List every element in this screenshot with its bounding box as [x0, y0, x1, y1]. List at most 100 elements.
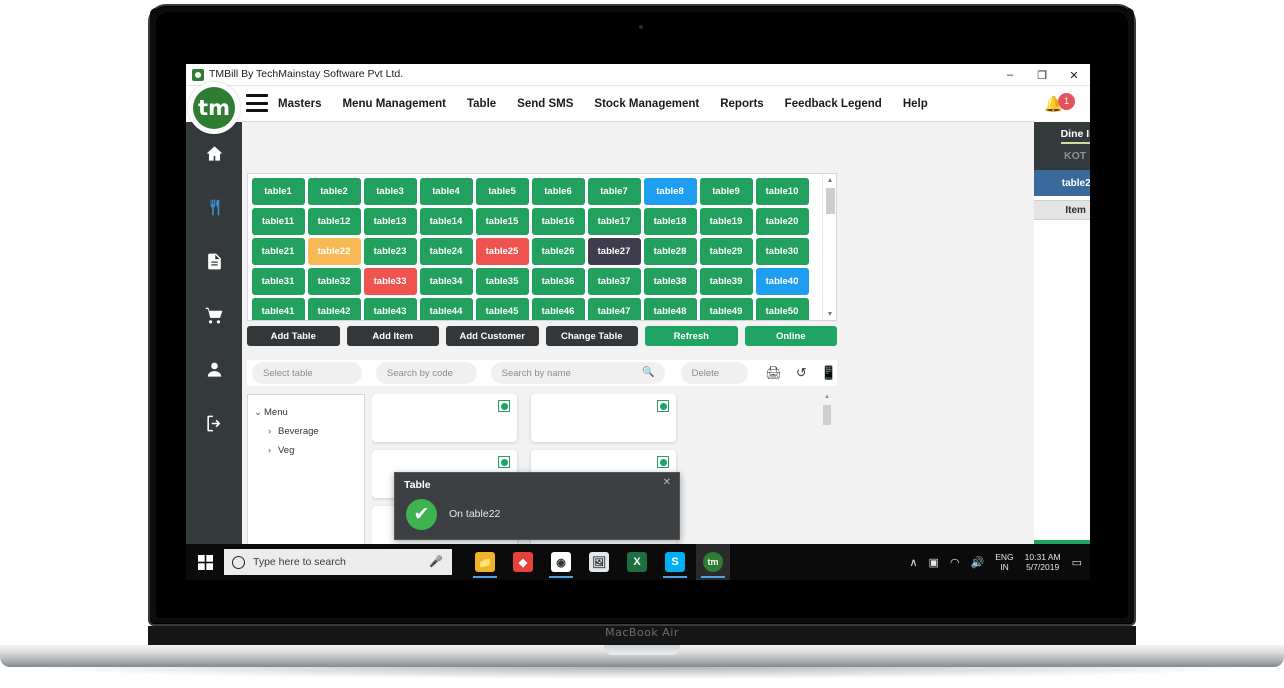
table-cell-table1[interactable]: table1 [251, 177, 305, 205]
table-grid-scrollbar[interactable]: ▲ ▼ [822, 174, 836, 320]
wifi-icon[interactable]: ◠ [950, 556, 960, 569]
taskbar-app-chrome[interactable]: ◉ [544, 544, 578, 580]
tree-item-menu[interactable]: ⌄ Menu [252, 403, 364, 422]
table-cell-table15[interactable]: table15 [475, 207, 529, 235]
nav-item-table[interactable]: Table [467, 98, 496, 110]
table-cell-table36[interactable]: table36 [531, 267, 585, 295]
nav-item-help[interactable]: Help [903, 98, 928, 110]
taskbar-app-anydesk[interactable]: ◆ [506, 544, 540, 580]
volume-icon[interactable]: 🔊 [971, 556, 985, 569]
order-type-dine-in[interactable]: Dine In [1060, 128, 1090, 144]
nav-item-menu-management[interactable]: Menu Management [342, 98, 446, 110]
scroll-down-icon[interactable]: ▼ [823, 308, 836, 320]
table-cell-table47[interactable]: table47 [587, 297, 641, 320]
table-cell-table19[interactable]: table19 [699, 207, 753, 235]
taskbar-app-file-explorer[interactable]: 📁 [468, 544, 502, 580]
table-cell-table44[interactable]: table44 [419, 297, 473, 320]
table-cell-table3[interactable]: table3 [363, 177, 417, 205]
search-by-name-input[interactable]: Search by name 🔍 [490, 362, 665, 384]
nav-item-send-sms[interactable]: Send SMS [517, 98, 573, 110]
notifications-button[interactable]: 🔔 1 [1044, 93, 1078, 117]
table-cell-table4[interactable]: table4 [419, 177, 473, 205]
table-cell-table31[interactable]: table31 [251, 267, 305, 295]
add-customer-button[interactable]: Add Customer [446, 326, 539, 346]
add-item-button[interactable]: Add Item [346, 326, 439, 346]
toast-notification[interactable]: Table ✕ ✔ On table22 [394, 472, 680, 540]
taskbar-app-skype[interactable]: S [658, 544, 692, 580]
scroll-thumb[interactable] [826, 188, 835, 214]
table-cell-table49[interactable]: table49 [699, 297, 753, 320]
taskbar-app-tmbill[interactable]: tm [696, 544, 730, 580]
select-table-input[interactable]: Select table [252, 362, 362, 384]
table-cell-table2[interactable]: table2 [307, 177, 361, 205]
table-cell-table39[interactable]: table39 [699, 267, 753, 295]
table-cell-table17[interactable]: table17 [587, 207, 641, 235]
table-cell-table12[interactable]: table12 [307, 207, 361, 235]
table-cell-table14[interactable]: table14 [419, 207, 473, 235]
clock[interactable]: 10:31 AM 5/7/2019 [1025, 552, 1061, 572]
table-cell-table8[interactable]: table8 [643, 177, 697, 205]
search-icon[interactable]: 🔍 [642, 367, 654, 378]
mobile-icon[interactable]: 📱 [821, 365, 837, 381]
table-cell-table24[interactable]: table24 [419, 237, 473, 265]
table-cell-table13[interactable]: table13 [363, 207, 417, 235]
microphone-icon[interactable]: 🎤 [429, 555, 443, 568]
table-cell-table30[interactable]: table30 [755, 237, 809, 265]
sidebar-item-document-icon[interactable] [186, 238, 242, 284]
hamburger-menu-icon[interactable] [246, 94, 268, 112]
taskbar-app-paint[interactable]: 🖼 [582, 544, 616, 580]
table-cell-table20[interactable]: table20 [755, 207, 809, 235]
ebill-row[interactable]: E-Bill [1034, 520, 1090, 540]
table-cell-table40[interactable]: table40 [755, 267, 809, 295]
table-cell-table5[interactable]: table5 [475, 177, 529, 205]
menu-scroll-up-icon[interactable]: ▲ [822, 394, 832, 404]
history-icon[interactable]: ↺ [796, 365, 807, 381]
table-cell-table45[interactable]: table45 [475, 297, 529, 320]
table-cell-table16[interactable]: table16 [531, 207, 585, 235]
table-cell-table28[interactable]: table28 [643, 237, 697, 265]
table-cell-table18[interactable]: table18 [643, 207, 697, 235]
brand-logo[interactable]: tm [188, 82, 240, 134]
tree-item-beverage[interactable]: › Beverage [252, 422, 364, 441]
sidebar-item-cart-icon[interactable] [186, 292, 242, 338]
tray-chevron-icon[interactable]: ∧ [909, 556, 917, 569]
table-cell-table22[interactable]: table22 [307, 237, 361, 265]
add-table-button[interactable]: Add Table [247, 326, 340, 346]
search-by-code-input[interactable]: Search by code [375, 362, 477, 384]
table-cell-table35[interactable]: table35 [475, 267, 529, 295]
battery-icon[interactable]: ▣ [929, 556, 939, 569]
menu-item-card[interactable] [531, 394, 676, 442]
sidebar-item-user-icon[interactable] [186, 346, 242, 392]
toast-close-icon[interactable]: ✕ [663, 477, 671, 488]
table-cell-table34[interactable]: table34 [419, 267, 473, 295]
maximize-button[interactable]: ❐ [1026, 64, 1058, 86]
nav-item-masters[interactable]: Masters [278, 98, 321, 110]
menu-scroll-thumb[interactable] [823, 405, 831, 425]
table-cell-table6[interactable]: table6 [531, 177, 585, 205]
table-cell-table10[interactable]: table10 [755, 177, 809, 205]
refresh-button[interactable]: Refresh [645, 326, 738, 346]
sidebar-item-home-icon[interactable] [186, 130, 242, 176]
table-cell-table25[interactable]: table25 [475, 237, 529, 265]
minimize-button[interactable]: – [994, 64, 1026, 86]
taskbar-search-input[interactable]: Type here to search 🎤 [224, 549, 452, 575]
table-cell-table48[interactable]: table48 [643, 297, 697, 320]
billing-mode-kot[interactable]: KOT [1064, 150, 1086, 162]
close-button[interactable]: ✕ [1058, 64, 1090, 86]
table-cell-table29[interactable]: table29 [699, 237, 753, 265]
table-cell-table46[interactable]: table46 [531, 297, 585, 320]
scroll-up-icon[interactable]: ▲ [823, 174, 836, 186]
table-cell-table26[interactable]: table26 [531, 237, 585, 265]
table-cell-table33[interactable]: table33 [363, 267, 417, 295]
table-cell-table43[interactable]: table43 [363, 297, 417, 320]
online-button[interactable]: Online [744, 326, 837, 346]
table-cell-table42[interactable]: table42 [307, 297, 361, 320]
table-cell-table38[interactable]: table38 [643, 267, 697, 295]
language-indicator[interactable]: ENG IN [995, 552, 1013, 572]
menu-item-card[interactable] [372, 394, 517, 442]
nav-item-stock-management[interactable]: Stock Management [594, 98, 699, 110]
change-table-button[interactable]: Change Table [545, 326, 638, 346]
tree-item-veg[interactable]: › Veg [252, 441, 364, 460]
table-cell-table21[interactable]: table21 [251, 237, 305, 265]
table-cell-table50[interactable]: table50 [755, 297, 809, 320]
